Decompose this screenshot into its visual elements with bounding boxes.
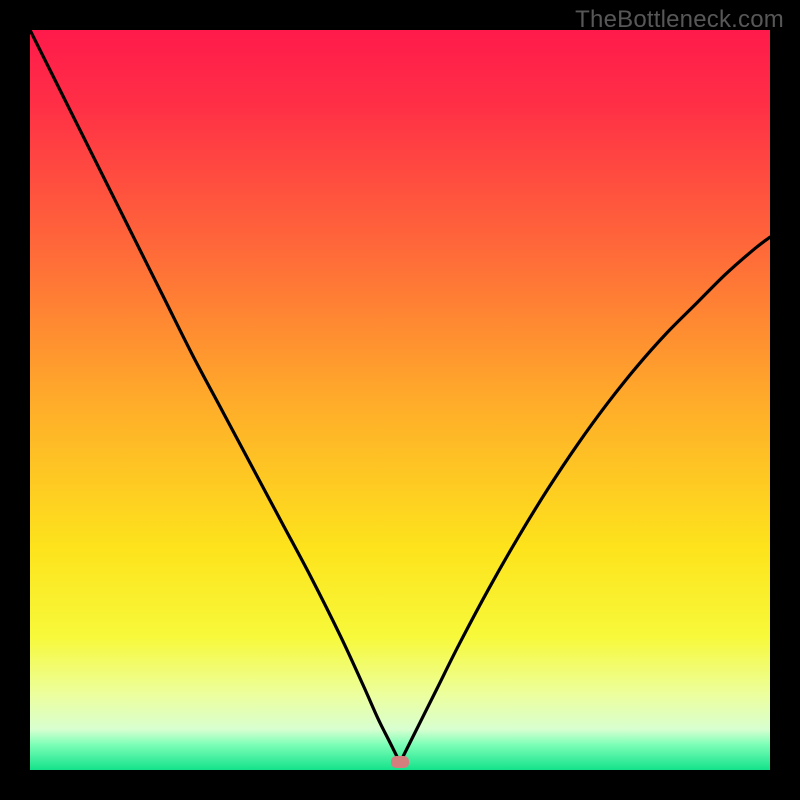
watermark-text: TheBottleneck.com	[575, 6, 784, 34]
bottleneck-chart	[30, 30, 770, 770]
optimal-point-marker	[391, 756, 409, 768]
gradient-background	[30, 30, 770, 770]
chart-frame: TheBottleneck.com	[0, 0, 800, 800]
